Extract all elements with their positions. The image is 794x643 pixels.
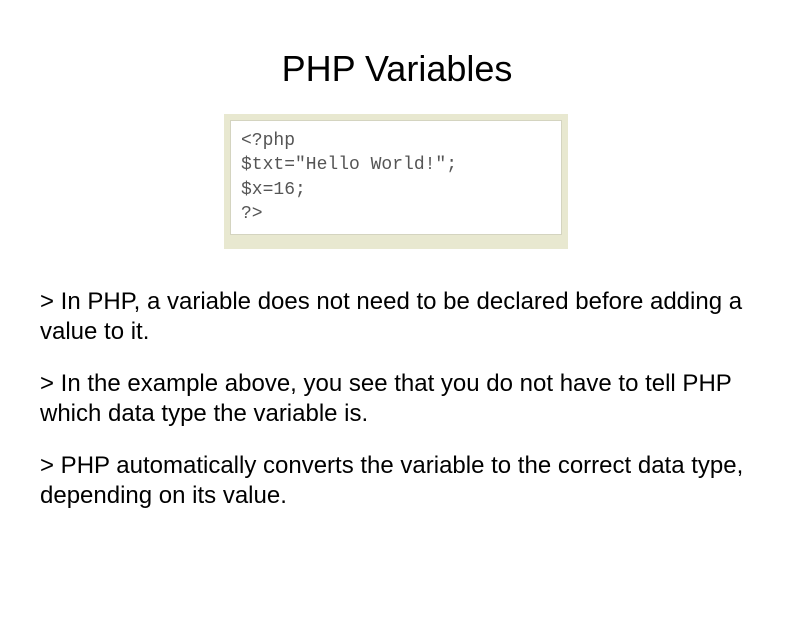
code-line-4: ?> — [241, 204, 263, 224]
page-title: PHP Variables — [0, 48, 794, 90]
paragraph-2: > In the example above, you see that you… — [40, 369, 754, 429]
paragraph-3: > PHP automatically converts the variabl… — [40, 451, 754, 511]
code-line-2: $txt="Hello World!"; — [241, 155, 457, 175]
paragraph-1: > In PHP, a variable does not need to be… — [40, 287, 754, 347]
code-line-3: $x=16; — [241, 180, 306, 200]
content-area: > In PHP, a variable does not need to be… — [40, 287, 754, 511]
code-line-1: <?php — [241, 131, 295, 151]
code-block: <?php $txt="Hello World!"; $x=16; ?> — [230, 120, 562, 235]
code-block-wrapper: <?php $txt="Hello World!"; $x=16; ?> — [224, 114, 568, 249]
